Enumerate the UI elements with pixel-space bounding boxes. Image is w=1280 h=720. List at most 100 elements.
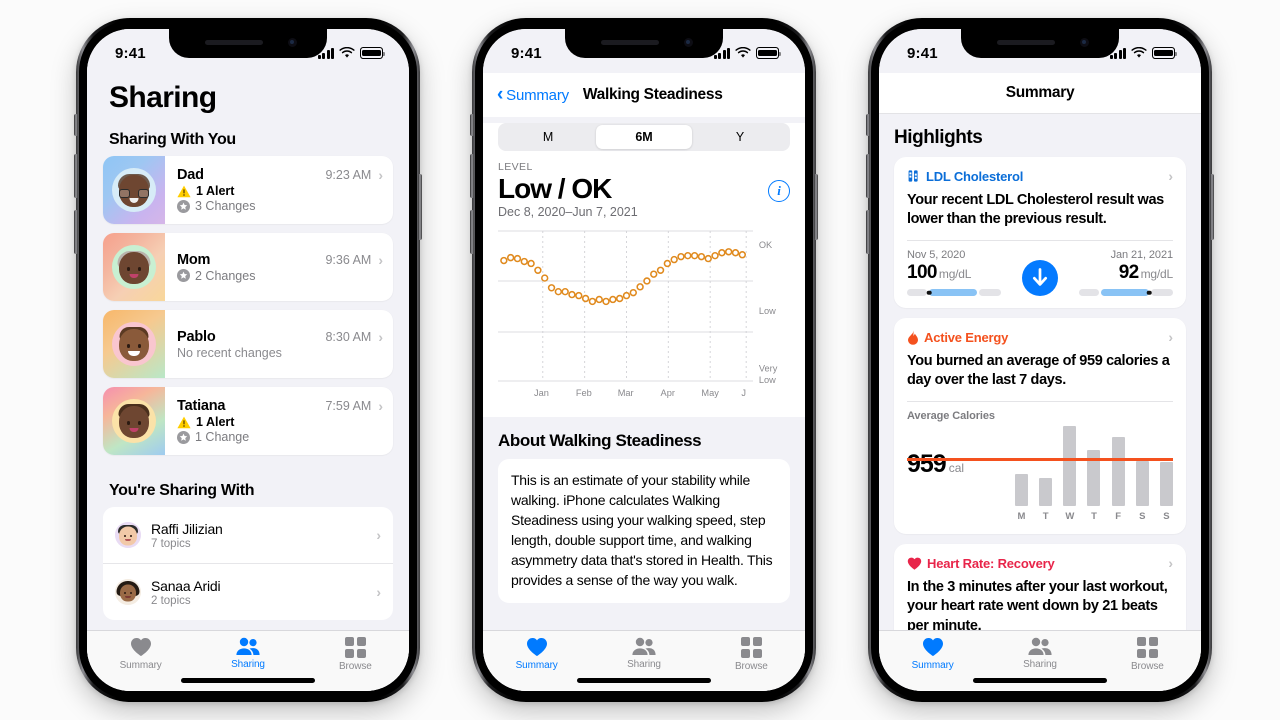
person-time: 9:23 AM <box>325 168 372 182</box>
chevron-right-icon: › <box>376 527 381 543</box>
tab-label: Summary <box>911 660 954 671</box>
section-sharing-with-you: Sharing With You <box>109 131 236 148</box>
info-icon[interactable]: i <box>768 180 790 202</box>
ldl-date: Nov 5, 2020 <box>907 249 966 262</box>
chevron-right-icon: › <box>378 251 383 268</box>
date-range: Dec 8, 2020–Jun 7, 2021 <box>498 205 638 220</box>
xtick-jan: Jan <box>534 388 549 398</box>
ldl-current: Jan 21, 2021 92 mg/dL <box>1064 249 1174 297</box>
tab-browse[interactable]: Browse <box>302 637 409 672</box>
power-button[interactable] <box>418 174 422 240</box>
xtick-apr: Apr <box>661 388 675 398</box>
chart-markers: OK Low Very Low Jan Feb Mar Apr May J <box>500 240 778 398</box>
segment-m[interactable]: M <box>500 125 596 149</box>
tab-sharing[interactable]: Sharing <box>194 637 301 670</box>
mute-switch[interactable] <box>866 114 870 136</box>
health-app-summary: 9:41 Summary Highlights LDL Cholesterol … <box>879 29 1201 691</box>
avatar-sanaa <box>115 579 141 605</box>
tab-summary[interactable]: Summary <box>879 637 986 671</box>
iphone-device-walking-steadiness: 9:41 ‹ Summary Walking Steadiness M 6M Y… <box>470 18 818 702</box>
person-name: Mom <box>177 251 211 268</box>
card-ldl-cholesterol[interactable]: LDL Cholesterol › Your recent LDL Choles… <box>894 157 1186 309</box>
tab-sharing[interactable]: Sharing <box>986 637 1093 670</box>
grid-icon <box>1136 637 1158 658</box>
share-card-tatiana[interactable]: Tatiana 7:59 AM › 1 Alert 1 Change <box>103 387 393 455</box>
detail-scroll-area[interactable]: M 6M Y LEVEL Low / OK Dec 8, 2020–Jun 7,… <box>483 117 805 630</box>
heart-icon <box>922 637 944 657</box>
about-heading: About Walking Steadiness <box>498 431 702 451</box>
contact-topics: 2 topics <box>151 594 191 607</box>
back-button[interactable]: ‹ Summary <box>497 85 569 104</box>
segment-6m[interactable]: 6M <box>596 125 692 149</box>
wifi-icon <box>735 47 751 58</box>
sharing-scroll-area[interactable]: Sharing Sharing With You Dad 9:23 AM › 1… <box>87 29 409 630</box>
share-card-dad[interactable]: Dad 9:23 AM › 1 Alert 3 Changes <box>103 156 393 224</box>
avatar-dad <box>103 156 165 224</box>
bar-label: T <box>1091 511 1097 523</box>
share-card-pablo[interactable]: Pablo 8:30 AM › No recent changes <box>103 310 393 378</box>
list-item-raffi[interactable]: Raffi Jilizian 7 topics › <box>103 507 393 563</box>
notch <box>565 29 723 58</box>
tab-label: Browse <box>734 661 768 672</box>
xtick-feb: Feb <box>576 388 592 398</box>
alert-triangle-icon <box>177 416 191 428</box>
bars-area: M T W T F S S <box>1015 410 1173 522</box>
home-indicator[interactable] <box>577 678 711 683</box>
health-app-sharing: 9:41 Sharing Sharing With You Dad 9:23 A… <box>87 29 409 691</box>
person-changes-label: 3 Changes <box>195 199 256 213</box>
power-button[interactable] <box>814 174 818 240</box>
home-indicator[interactable] <box>973 678 1107 683</box>
tab-summary[interactable]: Summary <box>483 637 590 671</box>
flame-icon <box>908 329 918 345</box>
chevron-right-icon: › <box>378 398 383 414</box>
chevron-right-icon: › <box>1168 329 1173 346</box>
bar-label: W <box>1065 511 1075 523</box>
segment-y[interactable]: Y <box>692 125 788 149</box>
tab-browse[interactable]: Browse <box>1094 637 1201 672</box>
active-energy-chart: Average Calories 959 cal M T W T F S S <box>907 410 1173 522</box>
mute-switch[interactable] <box>470 114 474 136</box>
share-card-mom[interactable]: Mom 9:36 AM › 2 Changes <box>103 233 393 301</box>
tab-sharing[interactable]: Sharing <box>590 637 697 670</box>
volume-up-button[interactable] <box>74 154 78 198</box>
person-alert-label: 1 Alert <box>196 415 235 429</box>
person-alert-row: 1 Alert <box>177 415 383 429</box>
home-indicator[interactable] <box>181 678 315 683</box>
list-item-sanaa[interactable]: Sanaa Aridi 2 topics › <box>103 563 393 620</box>
card-active-energy[interactable]: Active Energy › You burned an average of… <box>894 318 1186 535</box>
level-row: Low / OK Dec 8, 2020–Jun 7, 2021 i <box>498 173 790 219</box>
sharing-with-list: Raffi Jilizian 7 topics › Sanaa Aridi 2 … <box>103 507 393 620</box>
person-time: 8:30 AM <box>325 329 372 344</box>
person-name: Dad <box>177 167 204 183</box>
device-screen: 9:41 Sharing Sharing With You Dad 9:23 A… <box>87 29 409 691</box>
card-heart-rate-recovery[interactable]: Heart Rate: Recovery › In the 3 minutes … <box>894 544 1186 630</box>
volume-down-button[interactable] <box>74 210 78 254</box>
volume-down-button[interactable] <box>866 210 870 254</box>
power-button[interactable] <box>1210 174 1214 240</box>
volume-up-button[interactable] <box>866 154 870 198</box>
volume-down-button[interactable] <box>470 210 474 254</box>
iphone-device-sharing: 9:41 Sharing Sharing With You Dad 9:23 A… <box>74 18 422 702</box>
person-name: Tatiana <box>177 398 226 414</box>
avatar-mom <box>103 233 165 301</box>
card-header: Active Energy › <box>907 329 1173 345</box>
card-name: LDL Cholesterol <box>926 168 1024 184</box>
summary-scroll-area[interactable]: Highlights LDL Cholesterol › Your recent… <box>879 114 1201 630</box>
level-caption: LEVEL <box>498 161 533 173</box>
average-line <box>907 458 1173 462</box>
tab-browse[interactable]: Browse <box>698 637 805 672</box>
time-range-segmented-control[interactable]: M 6M Y <box>498 123 790 151</box>
tab-summary[interactable]: Summary <box>87 637 194 671</box>
ldl-date: Jan 21, 2021 <box>1110 249 1174 262</box>
ldl-previous: Nov 5, 2020 100 mg/dL <box>907 249 1016 297</box>
mute-switch[interactable] <box>74 114 78 136</box>
star-badge-icon <box>177 269 190 282</box>
average-readout: Average Calories 959 cal <box>907 410 1011 479</box>
bar-label: S <box>1163 511 1170 523</box>
front-camera-icon <box>1080 38 1089 47</box>
volume-up-button[interactable] <box>470 154 474 198</box>
person-changes-row: 2 Changes <box>177 269 383 283</box>
alert-triangle-icon <box>177 185 191 197</box>
star-badge-icon <box>177 430 190 444</box>
xtick-may: May <box>701 388 719 398</box>
